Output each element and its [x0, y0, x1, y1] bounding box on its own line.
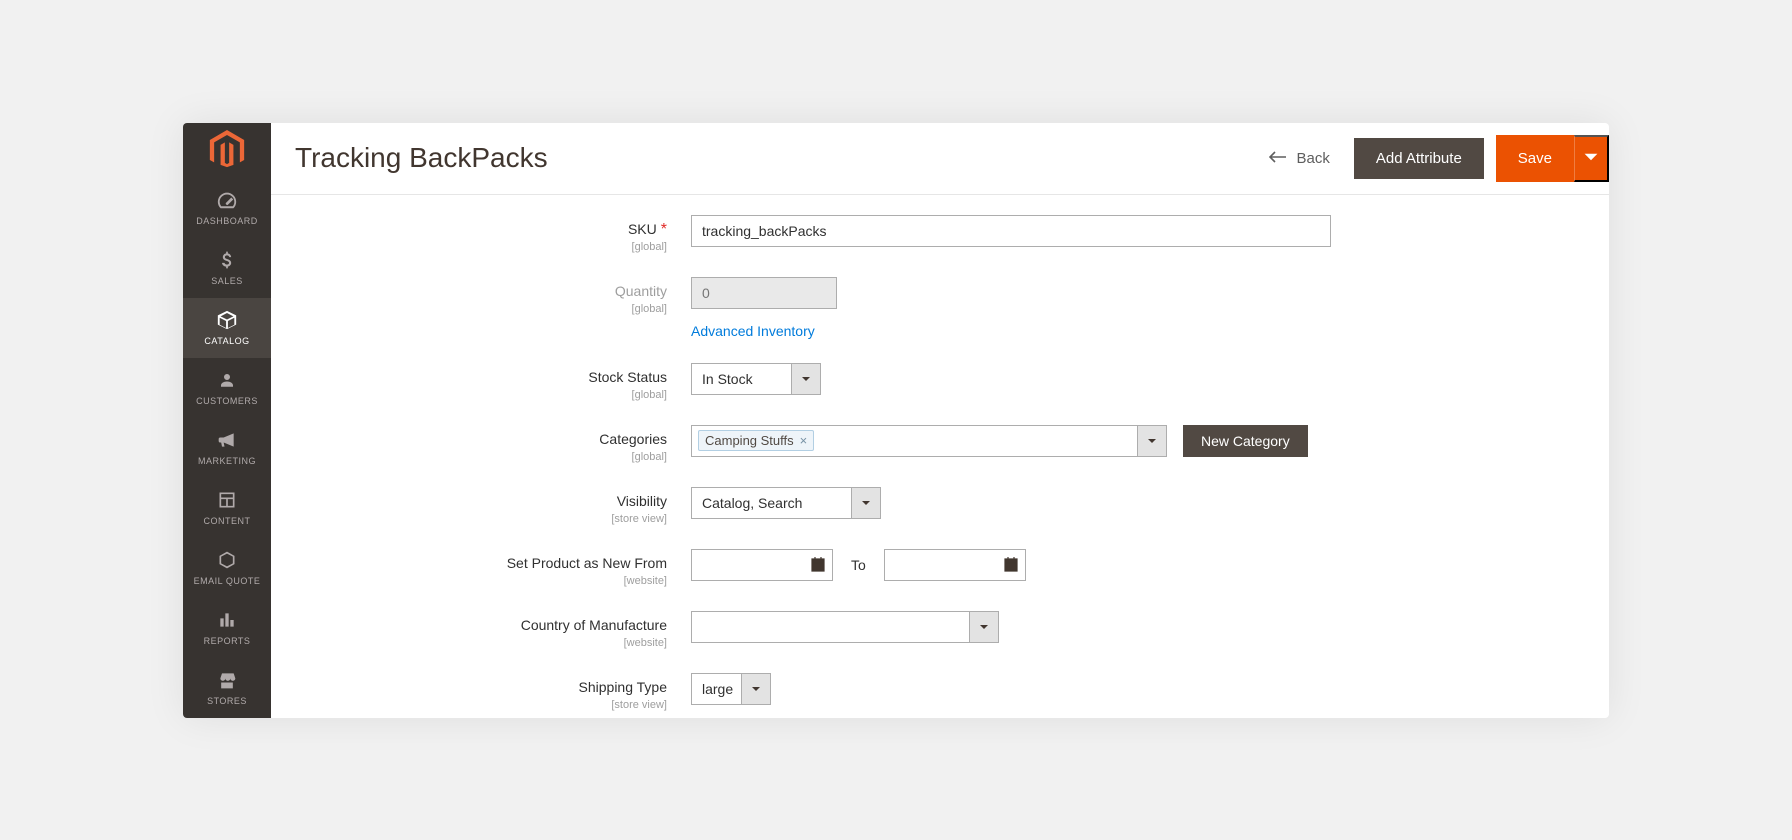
stock-status-value: In Stock [691, 363, 791, 395]
quantity-scope: [global] [271, 303, 667, 315]
form-content: SKU* [global] Quantity [global] Advanced… [271, 195, 1609, 718]
page-header: Tracking BackPacks Back Add Attribute Sa… [271, 123, 1609, 195]
stock-status-scope: [global] [271, 389, 667, 401]
categories-scope: [global] [271, 451, 667, 463]
sku-scope: [global] [271, 241, 667, 253]
calendar-icon[interactable] [804, 550, 832, 580]
categories-label: Categories [599, 431, 667, 447]
layout-icon [215, 488, 239, 512]
country-scope: [website] [271, 637, 667, 649]
nav-stores[interactable]: STORES [183, 658, 271, 718]
nav-label: REPORTS [204, 636, 251, 646]
save-button[interactable]: Save [1496, 135, 1574, 182]
nav-label: EMAIL QUOTE [194, 576, 261, 586]
field-visibility: Visibility [store view] Catalog, Search [271, 487, 1569, 525]
field-shipping-type: Shipping Type [store view] large [271, 673, 1569, 711]
nav-dashboard[interactable]: DASHBOARD [183, 178, 271, 238]
stock-status-select[interactable]: In Stock [691, 363, 821, 395]
bars-icon [215, 608, 239, 632]
nav-sales[interactable]: SALES [183, 238, 271, 298]
chevron-down-icon [851, 487, 881, 519]
shipping-value: large [691, 673, 741, 705]
categories-select[interactable]: Camping Stuffs × [691, 425, 1167, 457]
date-to-field[interactable] [885, 550, 997, 580]
nav-label: CONTENT [204, 516, 251, 526]
quantity-input [691, 277, 837, 309]
field-categories: Categories [global] Camping Stuffs × Ne [271, 425, 1569, 463]
magento-logo [183, 123, 271, 178]
new-from-label: Set Product as New From [507, 555, 667, 571]
shipping-scope: [store view] [271, 699, 667, 711]
advanced-inventory-link[interactable]: Advanced Inventory [691, 323, 815, 339]
chip-label: Camping Stuffs [705, 433, 794, 448]
shipping-select[interactable]: large [691, 673, 771, 705]
nav-reports[interactable]: REPORTS [183, 598, 271, 658]
box-icon [215, 308, 239, 332]
date-to-input[interactable] [884, 549, 1026, 581]
visibility-label: Visibility [617, 493, 667, 509]
sku-label: SKU [628, 221, 657, 237]
chevron-down-icon [741, 673, 771, 705]
admin-sidebar: DASHBOARD SALES CATALOG CUSTOMERS MARKET… [183, 123, 271, 718]
main-content: Tracking BackPacks Back Add Attribute Sa… [271, 123, 1609, 718]
store-icon [215, 668, 239, 692]
category-chip: Camping Stuffs × [698, 430, 814, 451]
field-country: Country of Manufacture [website] [271, 611, 1569, 649]
page-title: Tracking BackPacks [295, 142, 1241, 174]
visibility-scope: [store view] [271, 513, 667, 525]
shipping-label: Shipping Type [579, 679, 667, 695]
chevron-down-icon [1137, 425, 1167, 457]
calendar-icon[interactable] [997, 550, 1025, 580]
nav-label: MARKETING [198, 456, 256, 466]
visibility-value: Catalog, Search [691, 487, 851, 519]
country-value [691, 611, 969, 643]
hexagon-icon [215, 548, 239, 572]
add-attribute-button[interactable]: Add Attribute [1354, 138, 1484, 179]
new-category-button[interactable]: New Category [1183, 425, 1308, 457]
new-from-scope: [website] [271, 575, 667, 587]
country-label: Country of Manufacture [521, 617, 667, 633]
sku-input[interactable] [691, 215, 1331, 247]
nav-marketing[interactable]: MARKETING [183, 418, 271, 478]
nav-label: SALES [211, 276, 243, 286]
country-select[interactable] [691, 611, 999, 643]
date-from-input[interactable] [691, 549, 833, 581]
required-asterisk: * [661, 221, 667, 238]
field-sku: SKU* [global] [271, 215, 1569, 253]
gauge-icon [215, 188, 239, 212]
field-quantity: Quantity [global] Advanced Inventory [271, 277, 1569, 339]
chip-remove-icon[interactable]: × [800, 433, 808, 448]
chevron-down-icon [791, 363, 821, 395]
back-button[interactable]: Back [1257, 142, 1342, 175]
person-icon [215, 368, 239, 392]
nav-label: CATALOG [204, 336, 249, 346]
stock-status-label: Stock Status [588, 369, 667, 385]
field-new-from: Set Product as New From [website] To [271, 549, 1569, 587]
nav-label: CUSTOMERS [196, 396, 258, 406]
visibility-select[interactable]: Catalog, Search [691, 487, 881, 519]
date-from-field[interactable] [692, 550, 804, 580]
nav-label: DASHBOARD [196, 216, 258, 226]
nav-customers[interactable]: CUSTOMERS [183, 358, 271, 418]
categories-chip-area: Camping Stuffs × [691, 425, 1137, 457]
megaphone-icon [215, 428, 239, 452]
nav-label: STORES [207, 696, 247, 706]
nav-content[interactable]: CONTENT [183, 478, 271, 538]
dollar-icon [215, 248, 239, 272]
header-actions: Back Add Attribute Save [1257, 135, 1609, 182]
field-stock-status: Stock Status [global] In Stock [271, 363, 1569, 401]
save-dropdown-button[interactable] [1574, 135, 1609, 182]
quantity-label: Quantity [615, 283, 667, 299]
back-label: Back [1297, 150, 1330, 167]
to-label: To [851, 557, 866, 573]
chevron-down-icon [969, 611, 999, 643]
nav-email-quote[interactable]: EMAIL QUOTE [183, 538, 271, 598]
nav-catalog[interactable]: CATALOG [183, 298, 271, 358]
arrow-left-icon [1269, 150, 1287, 167]
